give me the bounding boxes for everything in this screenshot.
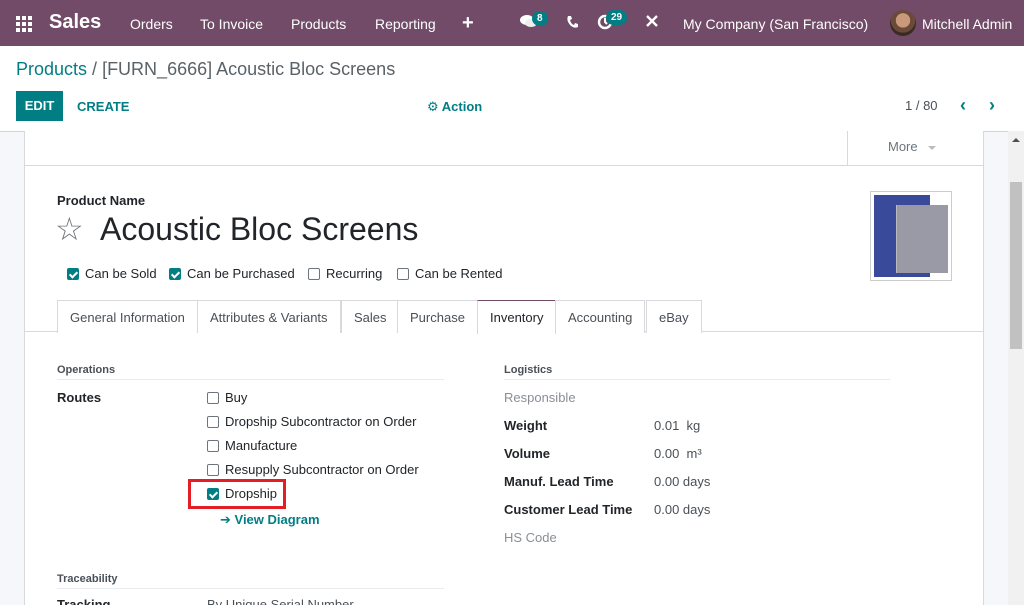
avatar[interactable]	[890, 10, 916, 36]
route-buy[interactable]: Buy	[207, 390, 247, 405]
hs-code-label: HS Code	[504, 530, 557, 545]
product-image[interactable]	[870, 191, 952, 281]
apps-grid-icon[interactable]	[16, 16, 32, 32]
messages-badge: 8	[532, 11, 548, 26]
menu-to-invoice[interactable]: To Invoice	[200, 16, 263, 32]
checkbox-unchecked-icon[interactable]	[207, 391, 219, 404]
checkbox-unchecked-icon[interactable]	[308, 267, 320, 280]
route-manufacture[interactable]: Manufacture	[207, 438, 297, 453]
tools-icon[interactable]	[645, 14, 659, 32]
manuf-lead-time-label: Manuf. Lead Time	[504, 474, 614, 489]
weight-label: Weight	[504, 418, 548, 433]
breadcrumb-separator: /	[87, 59, 103, 79]
tracking-serial-option[interactable]: By Unique Serial Number	[207, 597, 354, 605]
product-name: Acoustic Bloc Screens	[100, 211, 419, 247]
route-dropship-subcontractor[interactable]: Dropship Subcontractor on Order	[207, 414, 416, 429]
user-menu[interactable]: Mitchell Admin	[922, 16, 1012, 32]
breadcrumb-products-link[interactable]: Products	[16, 59, 87, 79]
company-switcher[interactable]: My Company (San Francisco)	[683, 16, 868, 32]
menu-reporting[interactable]: Reporting	[375, 16, 436, 32]
tab-inventory[interactable]: Inventory	[477, 300, 557, 334]
operations-divider	[57, 379, 444, 380]
menu-orders[interactable]: Orders	[130, 16, 173, 32]
tab-general-information[interactable]: General Information	[57, 300, 198, 333]
top-navbar: Sales Orders To Invoice Products Reporti…	[0, 0, 1024, 46]
customer-lead-time-label: Customer Lead Time	[504, 502, 633, 517]
checkbox-label: Can be Rented	[415, 266, 503, 281]
action-menu-button[interactable]: ⚙ Action	[427, 99, 482, 115]
can-be-purchased-checkbox[interactable]: Can be Purchased	[169, 266, 295, 281]
menu-products[interactable]: Products	[291, 16, 346, 32]
tracking-label: Tracking	[57, 597, 111, 605]
checkbox-label: Can be Purchased	[187, 266, 295, 281]
checkbox-label: Can be Sold	[85, 266, 157, 281]
route-label: Dropship Subcontractor on Order	[225, 414, 417, 429]
pager-next-icon[interactable]: ›	[989, 95, 995, 116]
dropship-highlight-box	[188, 479, 286, 509]
notebook-tabs: General Information Attributes & Variant…	[25, 300, 983, 334]
caret-down-icon	[927, 145, 936, 150]
favorite-star-icon[interactable]: ☆	[55, 211, 84, 247]
edit-button[interactable]: EDIT	[16, 91, 63, 121]
tab-sales[interactable]: Sales	[341, 300, 400, 333]
traceability-group-title: Traceability	[57, 573, 118, 585]
checkbox-checked-icon[interactable]	[67, 267, 79, 280]
view-diagram-link[interactable]: ➔ View Diagram	[220, 512, 320, 528]
checkbox-checked-icon[interactable]	[169, 267, 181, 280]
pager-previous-icon[interactable]: ‹	[960, 95, 966, 116]
product-name-label: Product Name	[57, 193, 146, 208]
weight-value: 0.01 kg	[654, 418, 701, 433]
plus-icon[interactable]: +	[462, 12, 474, 35]
checkbox-unchecked-icon[interactable]	[207, 415, 219, 428]
create-button[interactable]: CREATE	[77, 99, 129, 114]
operations-group-title: Operations	[57, 364, 116, 376]
route-resupply-subcontractor[interactable]: Resupply Subcontractor on Order	[207, 462, 419, 477]
scroll-up-arrow-icon[interactable]	[1012, 138, 1020, 142]
more-button[interactable]: More	[847, 131, 983, 166]
traceability-divider	[57, 588, 444, 589]
vertical-scrollbar[interactable]	[1008, 131, 1024, 605]
responsible-label: Responsible	[504, 390, 576, 405]
tab-purchase[interactable]: Purchase	[397, 300, 478, 333]
can-be-rented-checkbox[interactable]: Can be Rented	[397, 266, 502, 281]
checkbox-unchecked-icon[interactable]	[207, 439, 219, 452]
route-label: Buy	[225, 390, 248, 405]
volume-value: 0.00 m³	[654, 446, 702, 461]
phone-icon[interactable]	[566, 15, 578, 33]
tab-ebay[interactable]: eBay	[646, 300, 702, 333]
more-label: More	[888, 139, 918, 154]
manuf-lead-time-value: 0.00 days	[654, 474, 711, 489]
logistics-group-title: Logistics	[504, 364, 553, 376]
button-box: More	[25, 131, 983, 166]
route-label: Resupply Subcontractor on Order	[225, 462, 419, 477]
recurring-checkbox[interactable]: Recurring	[308, 266, 382, 281]
pager-value[interactable]: 1 / 80	[905, 98, 938, 113]
tab-accounting[interactable]: Accounting	[555, 300, 646, 333]
route-label: Manufacture	[225, 438, 298, 453]
checkbox-label: Recurring	[326, 266, 383, 281]
scrollbar-thumb[interactable]	[1010, 182, 1022, 349]
customer-lead-time-value: 0.00 days	[654, 502, 711, 517]
routes-label: Routes	[57, 390, 102, 405]
breadcrumb: Products / [FURN_6666] Acoustic Bloc Scr…	[16, 59, 395, 80]
breadcrumb-current: [FURN_6666] Acoustic Bloc Screens	[102, 59, 396, 79]
tab-attributes-variants[interactable]: Attributes & Variants	[197, 300, 341, 333]
app-name[interactable]: Sales	[49, 11, 101, 34]
can-be-sold-checkbox[interactable]: Can be Sold	[67, 266, 157, 281]
checkbox-unchecked-icon[interactable]	[397, 267, 409, 280]
logistics-divider	[504, 379, 890, 380]
checkbox-unchecked-icon[interactable]	[207, 463, 219, 476]
product-image-panel-grey	[896, 205, 948, 273]
form-sheet: More Product Name ☆ Acoustic Bloc Screen…	[24, 131, 984, 605]
activities-badge: 29	[606, 10, 628, 25]
volume-label: Volume	[504, 446, 550, 461]
